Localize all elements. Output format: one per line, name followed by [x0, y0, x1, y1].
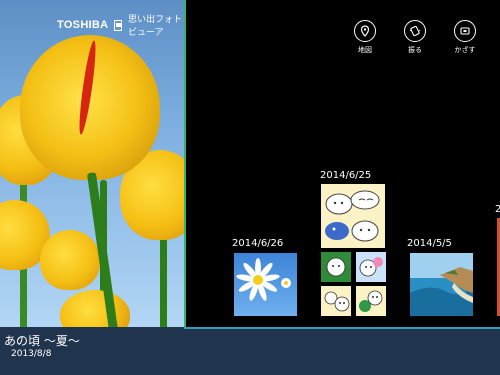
group-date: 2 [495, 204, 500, 215]
group-date: 2014/6/26 [232, 238, 284, 249]
shake-button[interactable]: 振る [395, 20, 435, 55]
tulip-image [40, 230, 100, 290]
photo-thumbnail[interactable] [356, 252, 386, 282]
photo-thumbnail[interactable] [356, 286, 386, 316]
app-name: 思い出フォトビューア [128, 15, 183, 38]
panel-divider [184, 0, 186, 327]
accent-line [184, 327, 500, 329]
hold-up-label: かざす [454, 46, 476, 54]
action-bar: 地図 振る かざす [345, 20, 485, 60]
daisy-image [236, 258, 291, 301]
shake-label: 振る [408, 46, 422, 54]
group-date: 2014/5/5 [407, 238, 452, 249]
album-date: 2013/8/8 [11, 349, 52, 359]
map-label: 地図 [358, 46, 372, 54]
album-title: あの頃 ～夏～ [4, 334, 80, 348]
photo-thumbnail[interactable] [321, 286, 351, 316]
photo-thumbnail[interactable] [234, 253, 297, 316]
hold-up-icon [454, 20, 476, 42]
hold-up-button[interactable]: かざす [445, 20, 485, 55]
shake-icon [404, 20, 426, 42]
photo-thumbnail[interactable] [410, 253, 473, 316]
map-icon [354, 20, 376, 42]
cartoon-image [359, 290, 383, 312]
cartoon-image [321, 252, 351, 282]
cartoon-image [359, 257, 383, 277]
tulip-image [60, 290, 130, 327]
cartoon-image [324, 291, 350, 312]
photo-thumbnail[interactable] [321, 184, 385, 248]
coast-image [410, 253, 473, 316]
cartoon-image [325, 190, 380, 242]
brand-header: TOSHIBA 思い出フォトビューア [57, 12, 184, 38]
app-icon [114, 19, 123, 31]
photo-thumbnail[interactable] [321, 252, 351, 282]
map-button[interactable]: 地図 [345, 20, 385, 55]
hero-photo[interactable]: TOSHIBA 思い出フォトビューア [0, 0, 184, 327]
group-date: 2014/6/25 [320, 170, 372, 181]
brand-logo: TOSHIBA [57, 19, 109, 31]
